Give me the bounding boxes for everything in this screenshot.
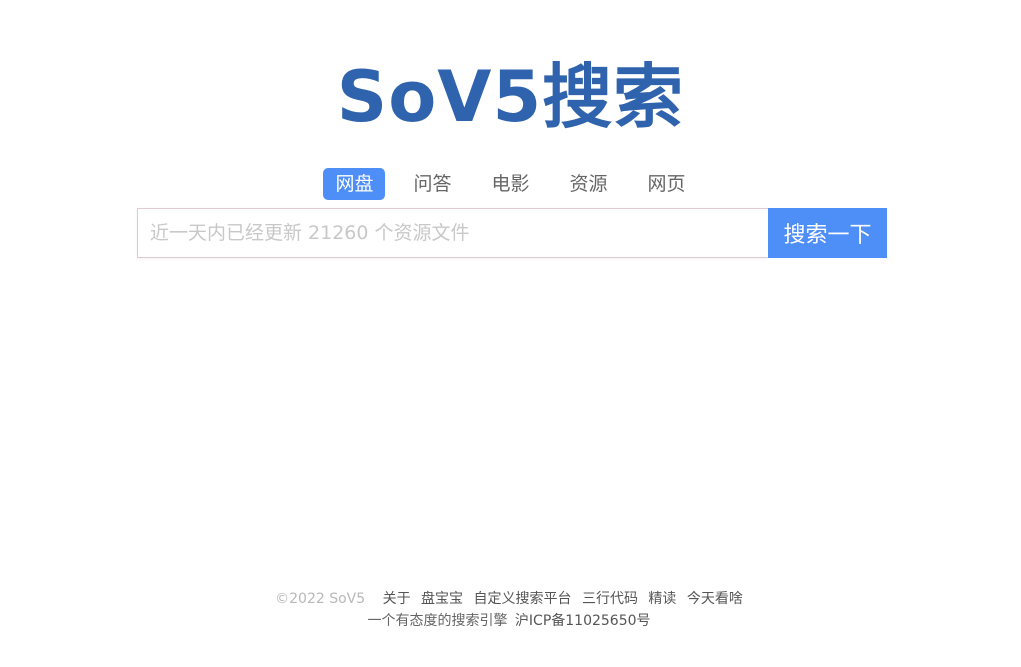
footer-link-three-lines-code[interactable]: 三行代码 [582, 591, 638, 607]
search-input[interactable] [137, 208, 768, 258]
tab-netdisk[interactable]: 网盘 [323, 168, 386, 200]
search-category-tabs: 网盘 问答 电影 资源 网页 [0, 168, 1021, 200]
footer-link-panbaobao[interactable]: 盘宝宝 [421, 591, 463, 607]
site-logo[interactable]: SoV5搜索 [0, 52, 1021, 142]
tab-resource[interactable]: 资源 [558, 168, 620, 200]
tab-movie[interactable]: 电影 [479, 168, 541, 200]
footer-links-row: ©2022 SoV5 关于 盘宝宝 自定义搜索平台 三行代码 精读 今天看啥 [0, 588, 1021, 610]
search-bar: 搜索一下 [137, 208, 887, 258]
search-button[interactable]: 搜索一下 [768, 208, 887, 258]
footer-link-today-watch[interactable]: 今天看啥 [687, 591, 743, 607]
slogan-text: 一个有态度的搜索引擎 [367, 613, 508, 629]
copyright-text: ©2022 SoV5 [275, 591, 366, 607]
footer-info-row: 一个有态度的搜索引擎 沪ICP备11025650号 [0, 610, 1021, 632]
footer: ©2022 SoV5 关于 盘宝宝 自定义搜索平台 三行代码 精读 今天看啥 一… [0, 588, 1021, 632]
footer-link-custom-search[interactable]: 自定义搜索平台 [474, 591, 572, 607]
tab-webpage[interactable]: 网页 [636, 168, 698, 200]
tab-qa[interactable]: 问答 [401, 168, 463, 200]
icp-link[interactable]: 沪ICP备11025650号 [515, 613, 651, 629]
page: SoV5搜索 网盘 问答 电影 资源 网页 搜索一下 ©2022 SoV5 关于… [0, 0, 1021, 667]
footer-link-about[interactable]: 关于 [383, 591, 411, 607]
footer-link-jingdu[interactable]: 精读 [648, 591, 676, 607]
